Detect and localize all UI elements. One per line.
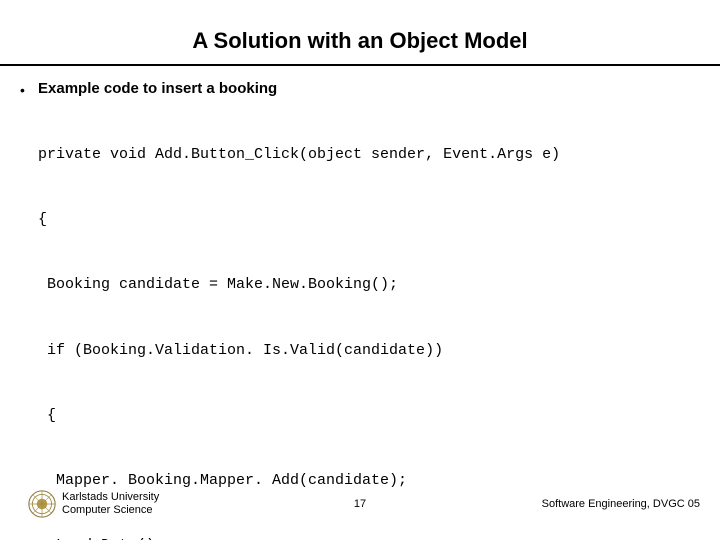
department-name: Computer Science [62, 504, 159, 517]
course-label: Software Engineering, DVGC 05 [364, 498, 720, 510]
code-block: private void Add.Button_Click(object sen… [38, 100, 700, 540]
university-name: Karlstads University [62, 491, 159, 504]
slide-body: • Example code to insert a booking priva… [0, 66, 720, 540]
bullet-row: • Example code to insert a booking [20, 78, 700, 100]
slide: A Solution with an Object Model • Exampl… [0, 0, 720, 540]
footer-left: Karlstads University Computer Science [0, 490, 364, 518]
university-text: Karlstads University Computer Science [62, 491, 159, 516]
bullet-dot-icon: • [20, 78, 38, 100]
slide-footer: Karlstads University Computer Science 17… [0, 484, 720, 524]
code-line: private void Add.Button_Click(object sen… [38, 144, 700, 166]
code-line: if (Booking.Validation. Is.Valid(candida… [38, 340, 700, 362]
code-line: { [38, 405, 700, 427]
title-block: A Solution with an Object Model [0, 0, 720, 54]
code-line: Load.Data(); [38, 535, 700, 540]
bullet-label: Example code to insert a booking [38, 78, 277, 100]
code-line: Booking candidate = Make.New.Booking(); [38, 274, 700, 296]
university-logo-icon [28, 490, 56, 518]
code-line: { [38, 209, 700, 231]
slide-title: A Solution with an Object Model [0, 28, 720, 54]
page-number: 17 [354, 498, 366, 510]
